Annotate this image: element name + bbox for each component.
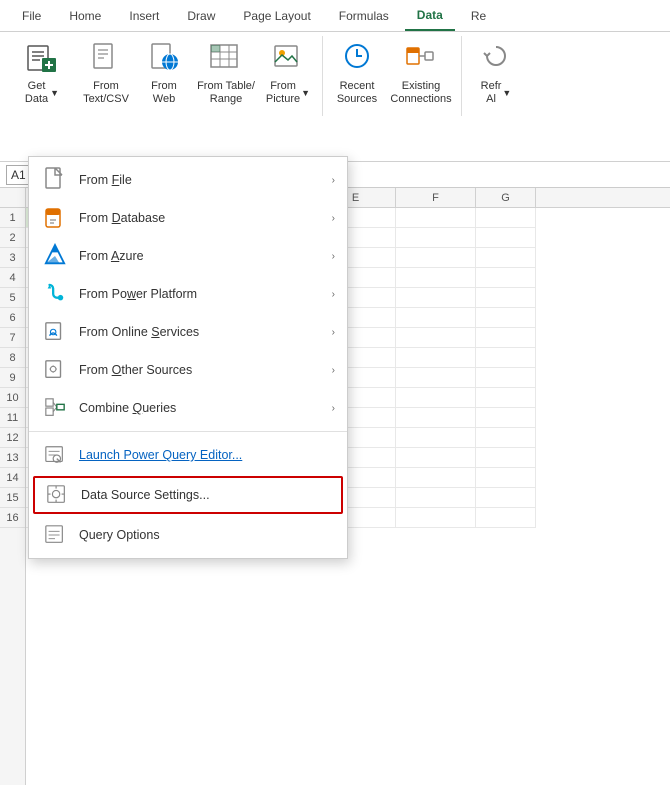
combine-queries-icon [41, 394, 69, 422]
row-header-1: 1 [0, 208, 25, 228]
get-data-label: GetData [25, 80, 48, 106]
cell-g1[interactable] [476, 208, 536, 228]
recent-sources-icon [339, 40, 375, 76]
tab-home[interactable]: Home [57, 0, 113, 31]
row-header-5: 5 [0, 288, 25, 308]
existing-connections-icon [403, 40, 439, 76]
from-online-services-arrow: › [332, 327, 335, 338]
from-azure-icon [41, 242, 69, 270]
row-header-2: 2 [0, 228, 25, 248]
row-header-14: 14 [0, 468, 25, 488]
from-power-platform-label: From Power Platform [79, 287, 332, 301]
get-data-icon [24, 40, 60, 76]
from-online-services-icon [41, 318, 69, 346]
row-headers: 1 2 3 4 5 6 7 8 9 10 11 12 13 14 15 16 [0, 208, 26, 785]
tab-review[interactable]: Re [459, 0, 498, 31]
from-table-range-button[interactable]: From Table/Range [194, 36, 258, 116]
row-header-15: 15 [0, 488, 25, 508]
col-header-g: G [476, 188, 536, 207]
launch-pq-editor-icon [41, 441, 69, 469]
menu-item-from-online-services[interactable]: From Online Services › [29, 313, 347, 351]
row-header-9: 9 [0, 368, 25, 388]
query-options-icon [41, 521, 69, 549]
from-other-sources-label: From Other Sources [79, 363, 332, 377]
menu-item-from-azure[interactable]: From Azure › [29, 237, 347, 275]
row-header-7: 7 [0, 328, 25, 348]
col-header-f: F [396, 188, 476, 207]
from-file-icon [41, 166, 69, 194]
get-data-dropdown-menu: From File › From Database › From Azure › [28, 156, 348, 559]
from-database-icon [41, 204, 69, 232]
from-web-button[interactable]: FromWeb [136, 36, 192, 116]
tab-insert[interactable]: Insert [117, 0, 171, 31]
refresh-all-label: RefrAl [481, 80, 502, 106]
row-header-3: 3 [0, 248, 25, 268]
get-data-button[interactable]: GetData ▼ [8, 36, 76, 116]
tab-file[interactable]: File [10, 0, 53, 31]
combine-queries-label: Combine Queries [79, 401, 332, 415]
from-azure-arrow: › [332, 251, 335, 262]
from-text-csv-button[interactable]: FromText/CSV [78, 36, 134, 116]
existing-connections-label: ExistingConnections [390, 80, 451, 106]
from-picture-icon [270, 40, 306, 76]
from-database-arrow: › [332, 213, 335, 224]
cell-f1[interactable] [396, 208, 476, 228]
row-header-11: 11 [0, 408, 25, 428]
menu-item-from-file[interactable]: From File › [29, 161, 347, 199]
row-header-13: 13 [0, 448, 25, 468]
data-source-settings-icon [43, 481, 71, 509]
tab-draw[interactable]: Draw [175, 0, 227, 31]
existing-connections-button[interactable]: ExistingConnections [387, 36, 455, 116]
from-database-label: From Database [79, 211, 332, 225]
menu-divider-1 [29, 431, 347, 432]
data-source-settings-label: Data Source Settings... [81, 488, 333, 502]
from-picture-label: FromPicture [266, 80, 300, 106]
tab-page-layout[interactable]: Page Layout [231, 0, 322, 31]
row-header-6: 6 [0, 308, 25, 328]
menu-item-data-source-settings[interactable]: Data Source Settings... [33, 476, 343, 514]
from-other-sources-arrow: › [332, 365, 335, 376]
recent-sources-label: RecentSources [337, 80, 377, 106]
ribbon: GetData ▼ FromText/CSV [0, 32, 670, 162]
from-power-platform-arrow: › [332, 289, 335, 300]
cell-f2[interactable] [396, 228, 476, 248]
launch-pq-editor-label: Launch Power Query Editor... [79, 448, 335, 462]
menu-item-from-power-platform[interactable]: From Power Platform › [29, 275, 347, 313]
refresh-all-icon [478, 40, 514, 76]
row-header-10: 10 [0, 388, 25, 408]
menu-item-from-other-sources[interactable]: From Other Sources › [29, 351, 347, 389]
combine-queries-arrow: › [332, 403, 335, 414]
recent-sources-button[interactable]: RecentSources [329, 36, 385, 116]
refresh-all-button[interactable]: RefrAl ▼ [468, 36, 524, 116]
from-table-range-icon [208, 40, 244, 76]
from-web-label: FromWeb [151, 80, 177, 106]
row-header-16: 16 [0, 508, 25, 528]
query-options-label: Query Options [79, 528, 335, 542]
from-text-csv-icon [88, 40, 124, 76]
cell-g2[interactable] [476, 228, 536, 248]
from-other-sources-icon [41, 356, 69, 384]
from-file-arrow: › [332, 175, 335, 186]
from-table-range-label: From Table/Range [197, 80, 255, 106]
row-header-4: 4 [0, 268, 25, 288]
menu-item-combine-queries[interactable]: Combine Queries › [29, 389, 347, 427]
from-file-label: From File [79, 173, 332, 187]
row-header-12: 12 [0, 428, 25, 448]
tab-data[interactable]: Data [405, 0, 455, 31]
from-text-csv-label: FromText/CSV [83, 80, 129, 106]
menu-item-from-database[interactable]: From Database › [29, 199, 347, 237]
from-online-services-label: From Online Services [79, 325, 332, 339]
tab-formulas[interactable]: Formulas [327, 0, 401, 31]
row-header-8: 8 [0, 348, 25, 368]
from-web-icon [146, 40, 182, 76]
from-picture-arrow: ▼ [301, 88, 310, 98]
refresh-all-arrow: ▼ [502, 88, 511, 98]
get-data-dropdown-arrow: ▼ [50, 88, 59, 98]
menu-item-launch-pq-editor[interactable]: Launch Power Query Editor... [29, 436, 347, 474]
from-picture-button[interactable]: FromPicture ▼ [260, 36, 316, 116]
from-power-platform-icon [41, 280, 69, 308]
ribbon-tab-bar: File Home Insert Draw Page Layout Formul… [0, 0, 670, 32]
menu-item-query-options[interactable]: Query Options [29, 516, 347, 554]
from-azure-label: From Azure [79, 249, 332, 263]
